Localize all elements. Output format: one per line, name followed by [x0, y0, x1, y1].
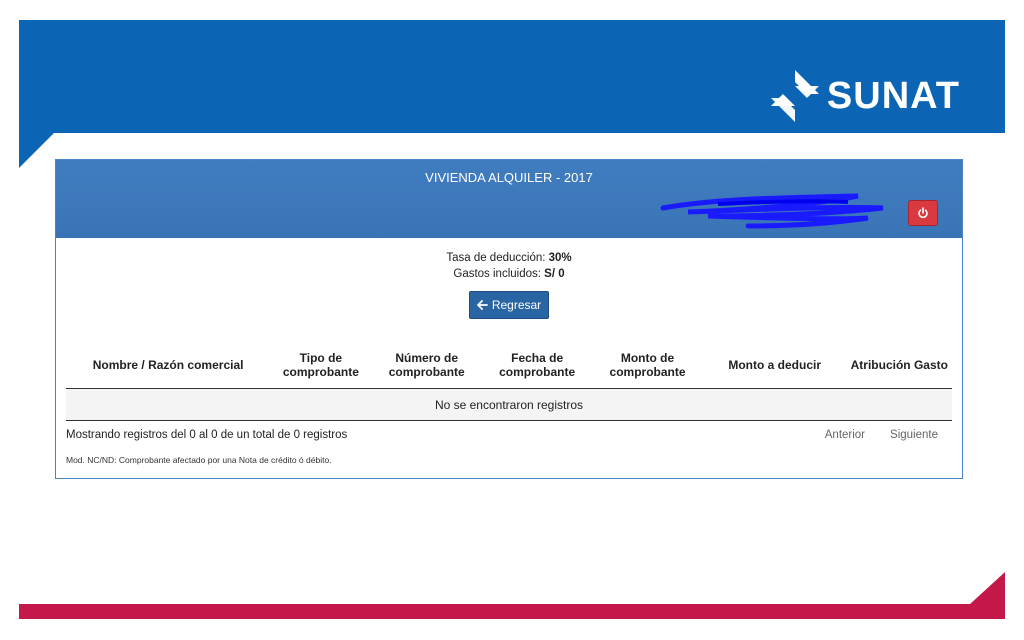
main-panel: VIVIENDA ALQUILER - 2017 Tasa de deducci… [55, 159, 963, 479]
back-button[interactable]: Regresar [469, 291, 549, 319]
col-type[interactable]: Tipo de comprobante [270, 342, 372, 389]
header-notch [19, 132, 55, 168]
redacted-user-info [660, 193, 884, 229]
header-banner: SUNAT [19, 20, 1005, 133]
records-summary: Mostrando registros del 0 al 0 de un tot… [66, 429, 348, 441]
empty-message: No se encontraron registros [66, 388, 952, 421]
panel-header: VIVIENDA ALQUILER - 2017 [56, 160, 962, 238]
col-deduct[interactable]: Monto a deducir [702, 342, 847, 389]
prev-page-link[interactable]: Anterior [825, 429, 865, 441]
deduction-rate-label: Tasa de deducción: [446, 252, 546, 264]
deduction-rate-value: 30% [548, 252, 572, 264]
deduction-rate: Tasa de deducción: 30% [56, 250, 962, 266]
expenses-table: Nombre / Razón comercial Tipo de comprob… [66, 342, 952, 421]
col-name[interactable]: Nombre / Razón comercial [66, 342, 271, 389]
included-expenses-value: S/ 0 [544, 268, 565, 280]
power-icon [918, 207, 928, 219]
included-expenses: Gastos incluidos: S/ 0 [56, 266, 962, 282]
brand-name: SUNAT [826, 74, 960, 117]
footnote: Mod. NC/ND: Comprobante afectado por una… [66, 455, 332, 465]
col-number[interactable]: Número de comprobante [371, 342, 482, 389]
summary-info: Tasa de deducción: 30% Gastos incluidos:… [56, 250, 962, 282]
col-attribution[interactable]: Atribución Gasto [846, 342, 952, 389]
included-expenses-label: Gastos incluidos: [453, 268, 541, 280]
table-row-empty: No se encontraron registros [66, 388, 952, 421]
next-page-link[interactable]: Siguiente [890, 429, 938, 441]
col-date[interactable]: Fecha de comprobante [481, 342, 593, 389]
back-button-label: Regresar [491, 298, 542, 312]
arrow-left-icon [476, 300, 488, 310]
pagination: Anterior Siguiente [825, 429, 938, 441]
panel-title: VIVIENDA ALQUILER - 2017 [425, 170, 593, 185]
col-amount[interactable]: Monto de comprobante [592, 342, 703, 389]
logout-button[interactable] [908, 200, 938, 226]
sunat-logo-icon [770, 70, 819, 122]
table-header-row: Nombre / Razón comercial Tipo de comprob… [66, 342, 952, 389]
footer-accent [969, 572, 1005, 605]
sunat-logo: SUNAT [769, 68, 960, 124]
footer-band [19, 604, 1005, 619]
